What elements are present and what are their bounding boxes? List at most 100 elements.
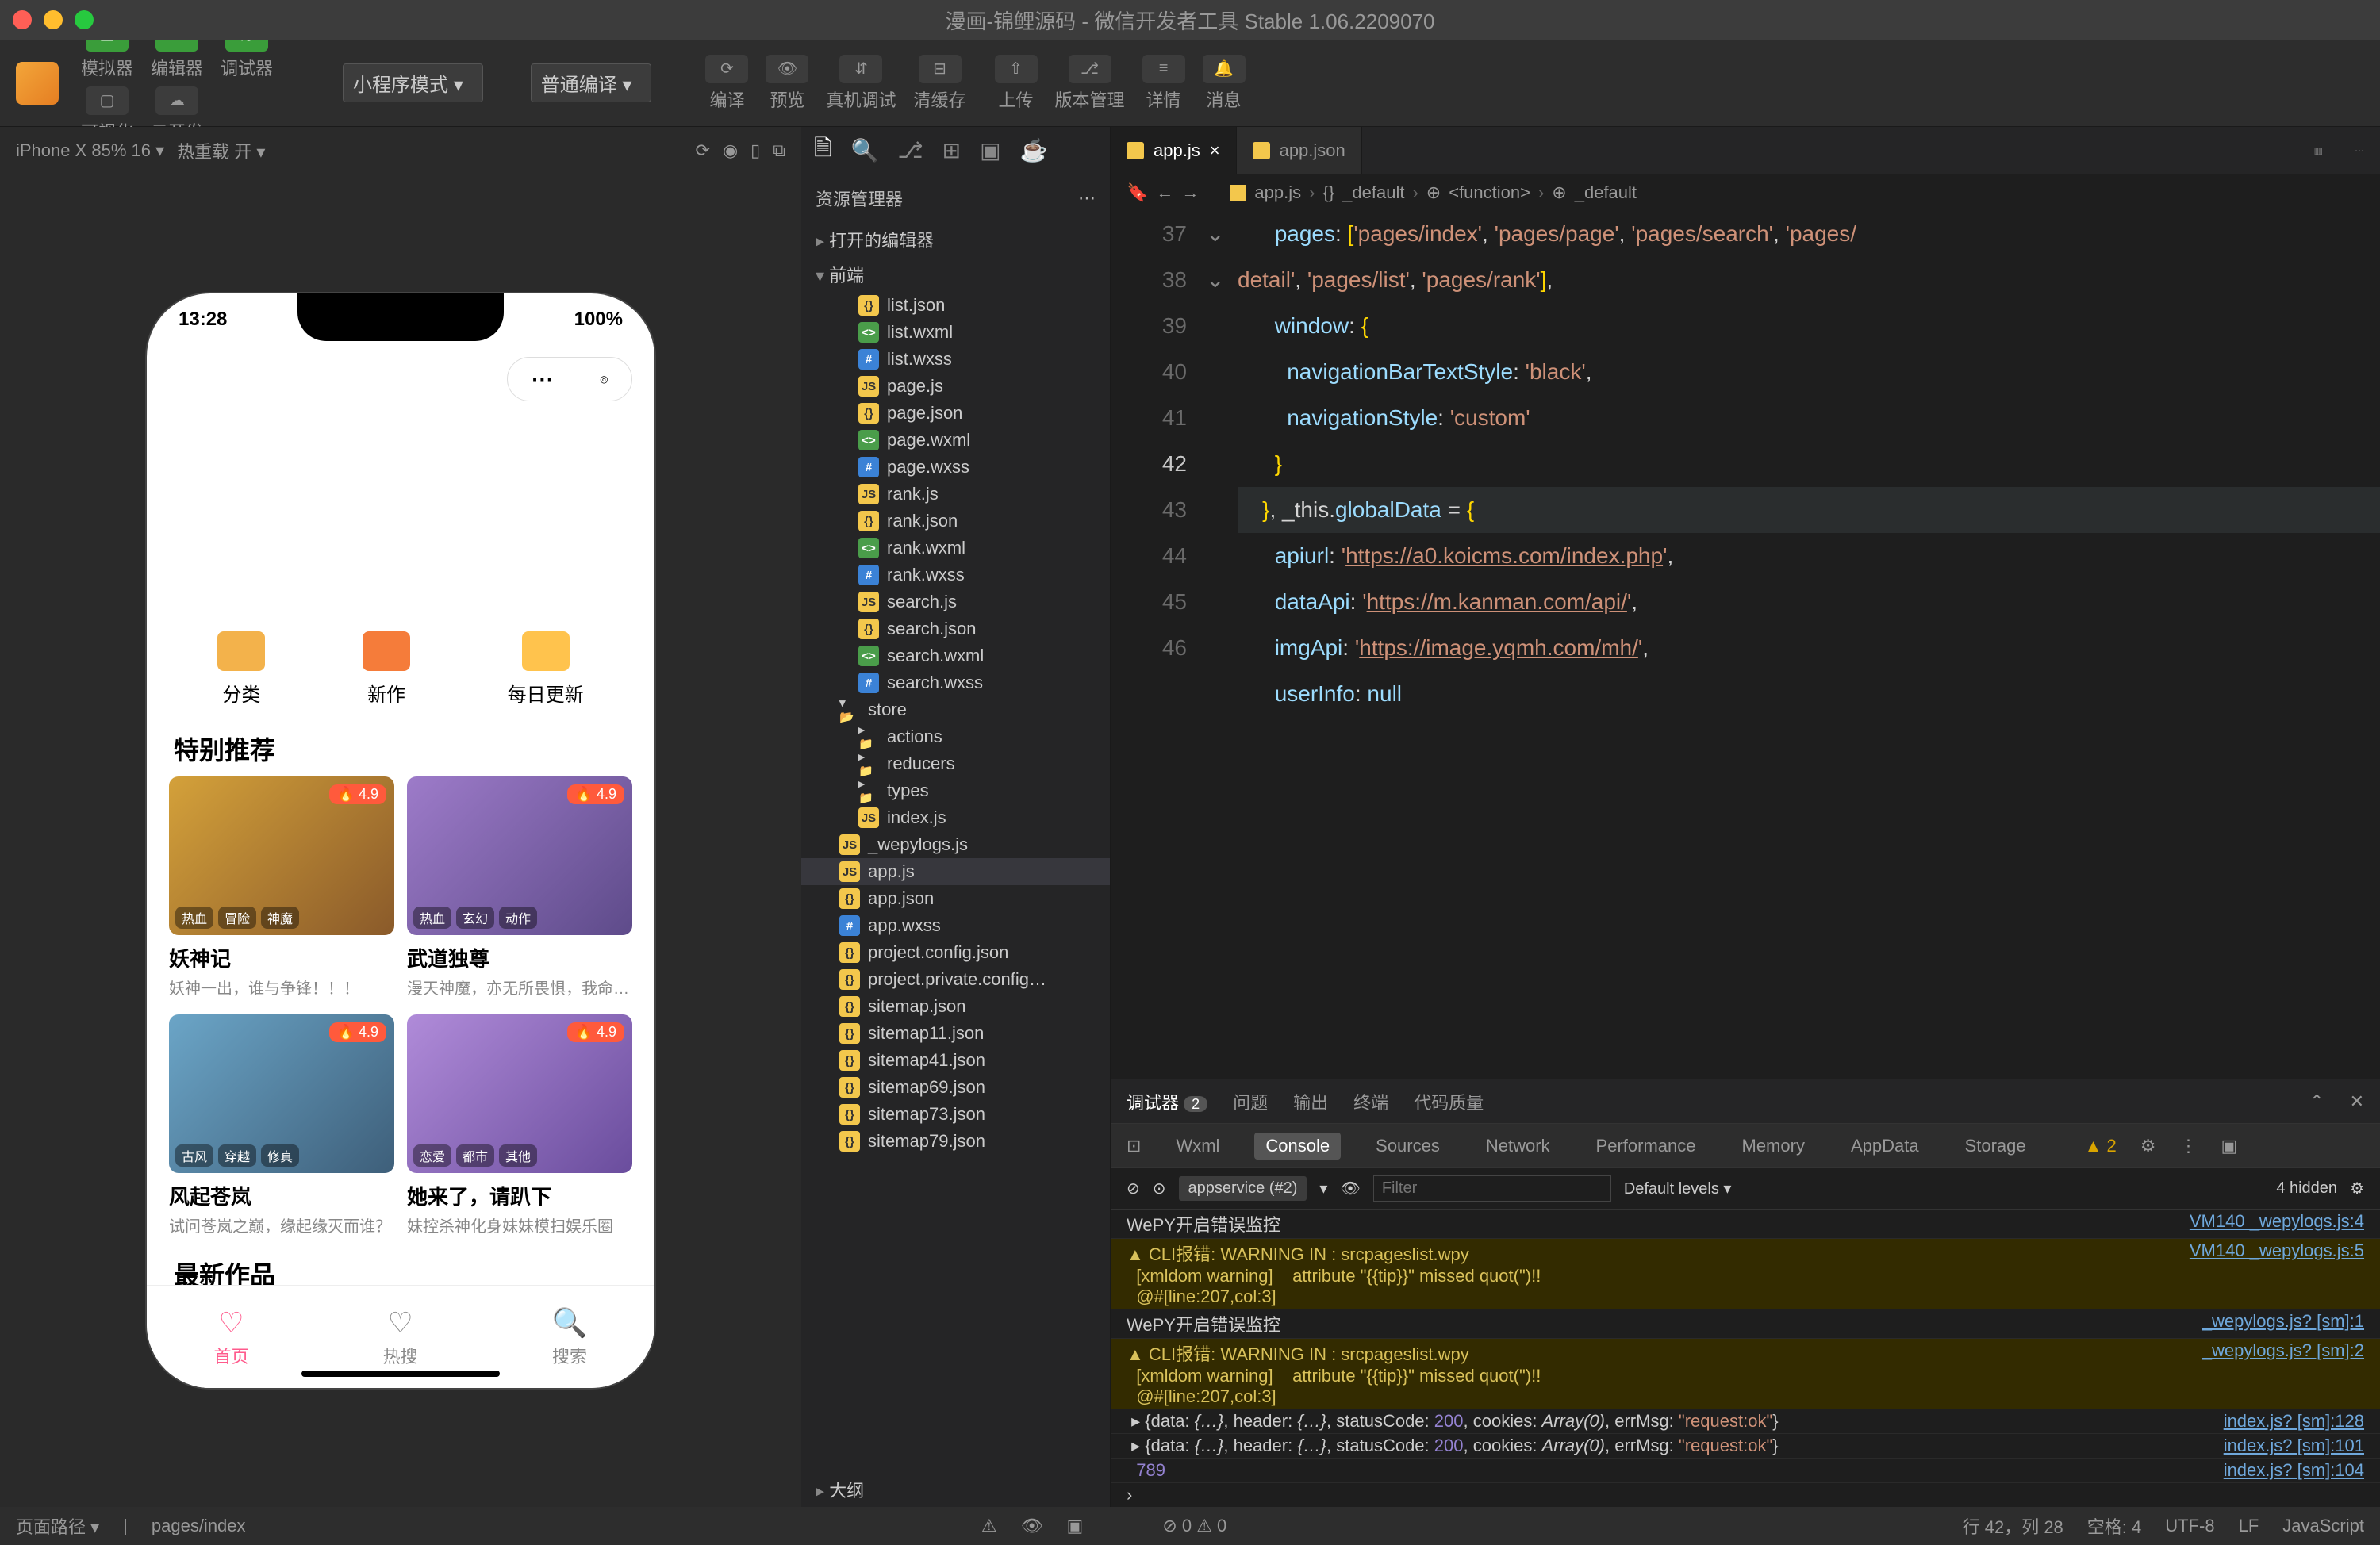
file-app.js[interactable]: JSapp.js — [801, 858, 1110, 885]
gear-icon[interactable]: ⚙ — [2140, 1136, 2156, 1156]
panel-Sources[interactable]: Sources — [1365, 1133, 1451, 1160]
tab-首页[interactable]: ♡首页 — [214, 1306, 249, 1368]
close-icon[interactable]: ✕ — [2350, 1091, 2364, 1112]
cursor-pos[interactable]: 行 42，列 28 — [1963, 1513, 2063, 1539]
tab-app.json[interactable]: app.json — [1237, 127, 1362, 174]
alert-icon[interactable]: ⚠ — [981, 1516, 997, 1536]
card-妖神记[interactable]: 🔥 4.9热血冒险神魔妖神记妖神一出，谁与争锋！！！ — [169, 776, 394, 999]
file-page.js[interactable]: JSpage.js — [801, 373, 1110, 400]
tb-详情[interactable]: ≡详情 — [1136, 52, 1192, 115]
file-reducers[interactable]: ▸ 📁reducers — [801, 750, 1110, 777]
nav-新作[interactable]: 新作 — [363, 631, 410, 707]
coffee-icon[interactable]: ☕ — [1020, 137, 1048, 163]
console-row[interactable]: ▲ CLI报错: WARNING IN : srcpageslist.wpy [… — [1111, 1239, 2380, 1309]
page-path[interactable]: pages/index — [152, 1516, 246, 1536]
panel-Performance[interactable]: Performance — [1585, 1133, 1707, 1160]
more-icon[interactable]: ⋯ — [1078, 188, 1096, 209]
tab-热搜[interactable]: ♡热搜 — [383, 1306, 418, 1368]
eye-icon[interactable]: 👁 — [1340, 1179, 1360, 1198]
nav-每日更新[interactable]: 每日更新 — [508, 631, 584, 707]
file-sitemap41.json[interactable]: {}sitemap41.json — [801, 1047, 1110, 1074]
hot-reload[interactable]: 热重载 开 ▾ — [177, 138, 265, 163]
ext2-icon[interactable]: ▣ — [980, 137, 1000, 163]
file-search.wxml[interactable]: <>search.wxml — [801, 642, 1110, 669]
file-rank.js[interactable]: JSrank.js — [801, 481, 1110, 508]
tb-版本管理[interactable]: ⎇版本管理 — [1049, 52, 1131, 115]
page-path-label[interactable]: 页面路径 ▾ — [16, 1513, 99, 1539]
console-row[interactable]: 789index.js? [sm]:104 — [1111, 1459, 2380, 1483]
file-store[interactable]: ▾ 📂store — [801, 696, 1110, 723]
copy-icon[interactable]: ⧉ — [773, 140, 785, 161]
outline[interactable]: 大纲 — [801, 1472, 1110, 1507]
breadcrumb[interactable]: 🔖 ← → app.js› {}_default› ⊕<function>› ⊕… — [1111, 174, 2380, 211]
panel-Wxml[interactable]: Wxml — [1165, 1133, 1230, 1160]
hidden-count[interactable]: 4 hidden — [2276, 1179, 2337, 1198]
card-武道独尊[interactable]: 🔥 4.9热血玄幻动作武道独尊漫天神魔，亦无所畏惧，我命… — [407, 776, 632, 999]
context-select[interactable]: appservice (#2) — [1179, 1176, 1307, 1201]
split-icon[interactable]: ▥ — [2298, 145, 2339, 156]
file-page.wxml[interactable]: <>page.wxml — [801, 427, 1110, 454]
file-_wepylogs.js[interactable]: JS_wepylogs.js — [801, 831, 1110, 858]
panel-AppData[interactable]: AppData — [1840, 1133, 1930, 1160]
file-search.wxss[interactable]: #search.wxss — [801, 669, 1110, 696]
file-types[interactable]: ▸ 📁types — [801, 777, 1110, 804]
file-rank.json[interactable]: {}rank.json — [801, 508, 1110, 535]
dbg-代码质量[interactable]: 代码质量 — [1414, 1089, 1484, 1114]
workspace-root[interactable]: 前端 — [801, 257, 1110, 292]
file-list.json[interactable]: {}list.json — [801, 292, 1110, 319]
levels-select[interactable]: Default levels ▾ — [1624, 1179, 1732, 1198]
search-icon[interactable]: 🔍 — [851, 137, 879, 163]
console-row[interactable]: ▸ {data: {…}, header: {…}, statusCode: 2… — [1111, 1409, 2380, 1434]
dock-icon[interactable]: ▣ — [1067, 1516, 1084, 1536]
file-actions[interactable]: ▸ 📁actions — [801, 723, 1110, 750]
file-sitemap79.json[interactable]: {}sitemap79.json — [801, 1128, 1110, 1155]
open-editors[interactable]: 打开的编辑器 — [801, 222, 1110, 257]
dbg-输出[interactable]: 输出 — [1293, 1089, 1328, 1114]
compile-select[interactable]: 普通编译 ▾ — [531, 63, 652, 102]
file-app.wxss[interactable]: #app.wxss — [801, 912, 1110, 939]
file-page.json[interactable]: {}page.json — [801, 400, 1110, 427]
git-icon[interactable]: ⎇ — [897, 137, 923, 163]
file-search.js[interactable]: JSsearch.js — [801, 588, 1110, 615]
collapse-icon[interactable]: ⌃ — [2309, 1091, 2324, 1112]
top-icon[interactable]: ⊙ — [1153, 1179, 1166, 1198]
problems[interactable]: ⊘ 0 ⚠ 0 — [1162, 1516, 1226, 1536]
kebab-icon[interactable]: ⋮ — [2180, 1136, 2198, 1156]
code-editor[interactable]: 37383940414243444546 ⌄ ⌄ pages: ['pages/… — [1111, 211, 2380, 1079]
warn-count[interactable]: ▲ 2 — [2085, 1136, 2117, 1156]
ext-icon[interactable]: ⊞ — [942, 137, 961, 163]
file-sitemap11.json[interactable]: {}sitemap11.json — [801, 1020, 1110, 1047]
tb-预览[interactable]: 👁预览 — [759, 52, 815, 115]
record-icon[interactable]: ◉ — [723, 140, 738, 161]
tb-真机调试[interactable]: ⇵真机调试 — [820, 52, 902, 115]
file-sitemap73.json[interactable]: {}sitemap73.json — [801, 1101, 1110, 1128]
console-row[interactable]: ▸ {data: {…}, header: {…}, statusCode: 2… — [1111, 1434, 2380, 1459]
card-风起苍岚[interactable]: 🔥 4.9古风穿越修真风起苍岚试问苍岚之巅，缘起缘灭而谁？ — [169, 1014, 394, 1236]
files-icon[interactable]: 🗎 — [814, 132, 832, 170]
phone-icon[interactable]: ▯ — [750, 140, 760, 161]
dbg-问题[interactable]: 问题 — [1233, 1089, 1268, 1114]
inspect-icon[interactable]: ⊡ — [1127, 1136, 1141, 1156]
bookmark-icon[interactable]: 🔖 — [1127, 182, 1148, 203]
console-row[interactable]: WePY开启错误监控_wepylogs.js? [sm]:1 — [1111, 1309, 2380, 1339]
file-list.wxss[interactable]: #list.wxss — [801, 346, 1110, 373]
file-rank.wxss[interactable]: #rank.wxss — [801, 562, 1110, 588]
tb-上传[interactable]: ⇧上传 — [988, 52, 1044, 115]
tab-app.js[interactable]: app.js× — [1111, 127, 1237, 174]
file-project.config.json[interactable]: {}project.config.json — [801, 939, 1110, 966]
dbg-终端[interactable]: 终端 — [1353, 1089, 1388, 1114]
mode-select[interactable]: 小程序模式 ▾ — [343, 63, 483, 102]
tb-消息[interactable]: 🔔消息 — [1196, 52, 1252, 115]
project-avatar[interactable] — [16, 62, 59, 105]
language[interactable]: JavaScript — [2282, 1516, 2364, 1536]
tb-清缓存[interactable]: ⊟清缓存 — [908, 52, 973, 115]
more-icon[interactable]: ⋯ — [2339, 145, 2380, 156]
panel-Console[interactable]: Console — [1254, 1133, 1341, 1160]
tb-编译[interactable]: ⟳编译 — [699, 52, 754, 115]
encoding[interactable]: UTF-8 — [2165, 1516, 2214, 1536]
capsule-button[interactable]: ⋯◎ — [507, 357, 632, 401]
file-index.js[interactable]: JSindex.js — [801, 804, 1110, 831]
file-rank.wxml[interactable]: <>rank.wxml — [801, 535, 1110, 562]
eol[interactable]: LF — [2239, 1516, 2259, 1536]
window-controls[interactable] — [13, 10, 94, 29]
